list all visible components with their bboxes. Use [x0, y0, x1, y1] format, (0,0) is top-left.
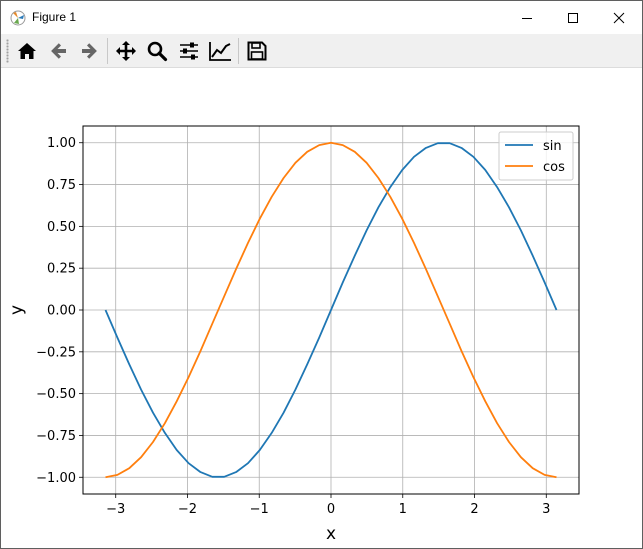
y-axis-label: y	[7, 305, 27, 315]
y-tick-label: 0.75	[47, 178, 76, 193]
y-tick-label: 1.00	[47, 136, 76, 151]
toolbar-separator	[238, 38, 239, 64]
y-tick-label: −1.00	[36, 471, 76, 486]
move-icon	[116, 41, 136, 61]
home-icon	[18, 43, 36, 59]
floppy-disk-icon	[247, 41, 267, 61]
x-tick-label: −1	[250, 502, 269, 517]
forward-button[interactable]	[76, 38, 102, 64]
y-tick-label: 0.50	[47, 220, 76, 235]
configure-subplots-button[interactable]	[176, 38, 202, 64]
minimize-button[interactable]	[504, 1, 550, 34]
sliders-icon	[180, 42, 198, 60]
arrow-left-icon	[51, 43, 66, 59]
y-tick-label: 0.25	[47, 262, 76, 277]
legend-label-sin: sin	[543, 139, 562, 154]
toolbar-grip[interactable]	[6, 39, 9, 63]
x-tick-label: 1	[399, 502, 407, 517]
save-button[interactable]	[244, 38, 270, 64]
plot-svg: −3 −2 −1 0 1 2 3 1.00 0.75 0.50 0.25 0.00 −0.25 −0.50…	[7, 125, 580, 544]
window-title: Figure 1	[32, 10, 77, 24]
magnifier-icon	[147, 41, 168, 62]
pan-button[interactable]	[113, 38, 139, 64]
app-icon	[10, 10, 26, 26]
toolbar-separator	[107, 38, 108, 64]
navigation-toolbar	[1, 34, 642, 68]
line-chart-icon	[209, 42, 231, 61]
y-tick-label: −0.50	[36, 387, 76, 402]
close-icon	[613, 12, 625, 23]
figure-window: Figure 1 −3 −2 −1 0 1 2 3 1.00 0.75 0.50…	[0, 0, 643, 549]
x-tick-label: −3	[106, 502, 125, 517]
minimize-icon	[522, 17, 532, 19]
x-tick-label: 3	[542, 502, 550, 517]
home-button[interactable]	[14, 38, 40, 64]
maximize-button[interactable]	[550, 1, 596, 34]
figure-canvas[interactable]: −3 −2 −1 0 1 2 3 1.00 0.75 0.50 0.25 0.00 −0.25 −0.50…	[1, 68, 642, 548]
legend[interactable]: sin cos	[498, 131, 574, 181]
y-tick-label: −0.75	[36, 429, 76, 444]
legend-label-cos: cos	[543, 160, 565, 175]
zoom-button[interactable]	[144, 38, 170, 64]
x-tick-label: −2	[178, 502, 197, 517]
back-button[interactable]	[46, 38, 72, 64]
x-axis-label: x	[326, 524, 336, 544]
close-button[interactable]	[596, 1, 642, 34]
y-tick-label: 0.00	[47, 304, 76, 319]
x-tick-label: 0	[327, 502, 335, 517]
maximize-icon	[568, 12, 578, 23]
title-bar[interactable]: Figure 1	[1, 1, 642, 34]
edit-axis-button[interactable]	[207, 38, 233, 64]
x-tick-label: 2	[470, 502, 478, 517]
y-tick-label: −0.25	[36, 345, 76, 360]
arrow-right-icon	[82, 43, 97, 59]
